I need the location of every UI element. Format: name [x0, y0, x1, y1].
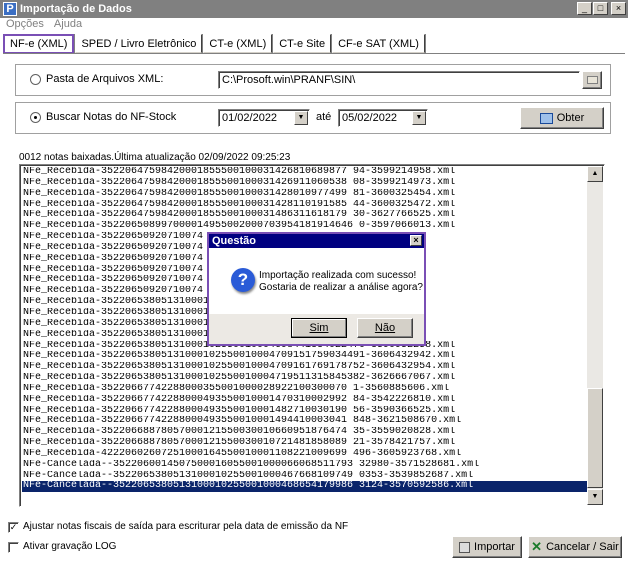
vertical-scrollbar[interactable]: ▲ ▼ — [587, 166, 603, 505]
menu-help[interactable]: Ajuda — [54, 18, 82, 32]
file-list-item[interactable]: NFe-Cancelada--3522060014507500016055001… — [22, 460, 588, 471]
file-list-item[interactable]: NFe_Recebida-352206677422880004935500100… — [22, 406, 588, 417]
folder-group: Pasta de Arquivos XML: C:\Prosoft.win\PR… — [15, 64, 611, 96]
file-list-item[interactable]: NFe_Recebida-352206475984200018555001000… — [22, 189, 588, 200]
adjust-label: Ajustar notas fiscais de saída para escr… — [23, 521, 349, 532]
fetch-icon — [539, 112, 553, 124]
close-button[interactable]: × — [611, 2, 626, 15]
cancel-button-label: Cancelar / Sair — [546, 541, 619, 553]
file-list-item[interactable]: NFe_Recebida-352206538051310001025500100… — [22, 373, 588, 384]
date-to-dropdown-icon[interactable]: ▼ — [412, 111, 426, 125]
title-bar: P Importação de Dados _ □ × — [0, 0, 628, 18]
search-group: Buscar Notas do NF-Stock 01/02/2022 ▼ at… — [15, 102, 611, 134]
file-list-item[interactable]: NFe_Recebida-352206677422880003550010000… — [22, 384, 588, 395]
search-label: Buscar Notas do NF-Stock — [46, 111, 177, 123]
browse-folder-button[interactable] — [582, 71, 602, 89]
dialog-message: Importação realizada com sucesso! Gostar… — [259, 270, 423, 294]
search-radio[interactable] — [30, 112, 41, 123]
import-button-label: Importar — [474, 541, 515, 553]
yes-button[interactable]: Sim — [291, 318, 347, 338]
menu-bar: Opções Ajuda — [0, 18, 628, 32]
file-list-item[interactable]: NFe_Recebida-352206475984200018555001000… — [22, 178, 588, 189]
date-from-dropdown-icon[interactable]: ▼ — [294, 111, 308, 125]
import-button[interactable]: Importar — [452, 536, 522, 558]
question-icon: ? — [231, 268, 255, 292]
dialog-message-line1: Importação realizada com sucesso! — [259, 270, 417, 281]
file-list-item[interactable]: NFe_Recebida-352206538051310001025500100… — [22, 362, 588, 373]
tab-cte-site[interactable]: CT-e Site — [273, 34, 332, 53]
tab-nfe-xml[interactable]: NF-e (XML) — [3, 34, 75, 54]
tab-sped[interactable]: SPED / Livro Eletrônico — [75, 34, 203, 53]
minimize-button[interactable]: _ — [577, 2, 592, 15]
folder-browse-icon — [586, 76, 598, 84]
file-list-item[interactable]: NFe_Recebida-352206475984200018555001000… — [22, 210, 588, 221]
fetch-button[interactable]: Obter — [520, 107, 604, 129]
window-title: Importação de Dados — [20, 3, 132, 15]
log-checkbox[interactable] — [8, 542, 19, 553]
tab-strip: NF-e (XML) SPED / Livro Eletrônico CT-e … — [3, 34, 426, 54]
no-button-label: Não — [374, 322, 396, 334]
file-list-item[interactable]: NFe_Recebida-352206508997000014955002000… — [22, 221, 588, 232]
dialog-close-icon[interactable]: × — [410, 235, 422, 246]
tab-cfe-sat[interactable]: CF-e SAT (XML) — [332, 34, 425, 53]
no-button[interactable]: Não — [357, 318, 413, 338]
scroll-up-icon[interactable]: ▲ — [587, 166, 603, 182]
tab-panel-border — [3, 53, 625, 54]
fetch-button-label: Obter — [556, 112, 585, 124]
file-list-item[interactable]: NFe_Recebida-352206688780570001215500300… — [22, 427, 588, 438]
status-text: 0012 notas baixadas.Última atualização 0… — [19, 152, 291, 163]
file-list-item[interactable]: NFe_Recebida-422206026072510001645500100… — [22, 449, 588, 460]
log-label: Ativar gravação LOG — [23, 541, 117, 552]
date-from-value: 01/02/2022 — [222, 112, 278, 124]
scroll-thumb[interactable] — [587, 388, 603, 488]
file-list-item[interactable]: NFe-Cancelada--3522065380513100010255001… — [22, 481, 588, 493]
file-list-item[interactable]: NFe-Cancelada--3522065380513100010255001… — [22, 471, 588, 482]
dialog-title: Questão — [212, 235, 257, 247]
dialog-title-bar: Questão × — [209, 234, 424, 248]
cancel-x-icon: ✕ — [531, 539, 543, 554]
date-from-select[interactable]: 01/02/2022 ▼ — [218, 109, 310, 127]
file-list-item[interactable]: NFe_Recebida-352206475984200018555001000… — [22, 167, 588, 178]
yes-button-label: Sim — [309, 322, 329, 334]
file-list-item[interactable]: NFe_Recebida-352206538051310001025500100… — [22, 351, 588, 362]
maximize-button[interactable]: □ — [593, 2, 608, 15]
question-dialog: Questão × ? Importação realizada com suc… — [207, 232, 426, 346]
tab-cte-xml[interactable]: CT-e (XML) — [203, 34, 273, 53]
menu-options[interactable]: Opções — [6, 18, 44, 32]
adjust-checkbox[interactable]: ✓ — [8, 522, 19, 533]
folder-radio[interactable] — [30, 74, 41, 85]
cancel-exit-button[interactable]: ✕ Cancelar / Sair — [528, 536, 622, 558]
dialog-message-line2: Gostaria de realizar a análise agora? — [259, 282, 423, 293]
date-to-value: 05/02/2022 — [342, 112, 398, 124]
file-list-item[interactable]: NFe_Recebida-352206677422880004935500100… — [22, 395, 588, 406]
import-icon — [459, 541, 471, 553]
date-separator: até — [316, 111, 332, 123]
date-to-select[interactable]: 05/02/2022 ▼ — [338, 109, 428, 127]
scroll-down-icon[interactable]: ▼ — [587, 489, 603, 505]
dialog-button-area: Sim Não — [209, 314, 424, 344]
file-list-item[interactable]: NFe_Recebida-352206688780570001215500300… — [22, 438, 588, 449]
file-list-item[interactable]: NFe_Recebida-352206677422880004935500100… — [22, 416, 588, 427]
app-icon: P — [3, 2, 17, 16]
folder-label: Pasta de Arquivos XML: — [46, 73, 164, 85]
file-list-item[interactable]: NFe_Recebida-352206475984200018555001000… — [22, 200, 588, 211]
folder-path-input[interactable]: C:\Prosoft.win\PRANF\SIN\ — [218, 71, 580, 89]
